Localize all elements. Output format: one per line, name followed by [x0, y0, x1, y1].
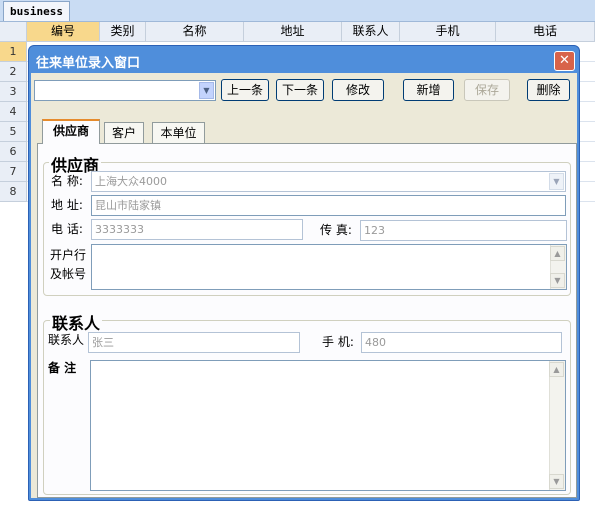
- sheet-tab-bar: [0, 0, 595, 22]
- scroll-down-icon[interactable]: ▼: [550, 273, 565, 288]
- row-header[interactable]: 2: [0, 62, 27, 82]
- row-header[interactable]: 8: [0, 182, 27, 202]
- bank-account-textarea[interactable]: [91, 244, 567, 290]
- address-field[interactable]: 昆山市陆家镇: [91, 195, 566, 216]
- mobile-field[interactable]: 480: [361, 332, 562, 353]
- scroll-down-icon[interactable]: ▼: [549, 474, 564, 489]
- column-header[interactable]: 地址: [244, 22, 342, 42]
- row-header[interactable]: 6: [0, 142, 27, 162]
- column-header[interactable]: 电话: [496, 22, 595, 42]
- save-button[interactable]: 保存: [464, 79, 510, 101]
- name-label: 名 称:: [51, 174, 83, 188]
- column-header[interactable]: 编号: [27, 22, 100, 42]
- notes-label: 备 注: [48, 361, 77, 375]
- notes-textarea[interactable]: [90, 360, 566, 491]
- tab-supplier[interactable]: 供应商: [42, 119, 100, 144]
- chevron-down-icon[interactable]: ▼: [199, 82, 214, 99]
- prev-record-button[interactable]: 上一条: [221, 79, 269, 101]
- fax-field[interactable]: 123: [360, 220, 567, 241]
- row-header[interactable]: 5: [0, 122, 27, 142]
- contact-field[interactable]: 张三: [88, 332, 300, 353]
- column-header[interactable]: 联系人: [342, 22, 400, 42]
- edit-button[interactable]: 修改: [332, 79, 384, 101]
- tab-customer[interactable]: 客户: [104, 122, 144, 143]
- select-all-corner[interactable]: [0, 22, 27, 42]
- record-selector[interactable]: [34, 80, 216, 101]
- notes-scrollbar[interactable]: [549, 361, 565, 490]
- row-header[interactable]: 3: [0, 82, 27, 102]
- dialog-title: 往来单位录入窗口: [36, 56, 141, 71]
- phone-label: 电 话:: [51, 222, 83, 236]
- scroll-up-icon[interactable]: ▲: [550, 246, 565, 261]
- phone-field[interactable]: 3333333: [91, 219, 303, 240]
- delete-button[interactable]: 删除: [527, 79, 570, 101]
- column-header[interactable]: 类别: [100, 22, 146, 42]
- next-record-button[interactable]: 下一条: [276, 79, 324, 101]
- bank-label-line1: 开户行: [50, 248, 87, 262]
- add-button[interactable]: 新增: [403, 79, 454, 101]
- row-header[interactable]: 1: [0, 42, 27, 62]
- row-header[interactable]: 4: [0, 102, 27, 122]
- bank-label-line2: 及帐号: [50, 267, 87, 281]
- chevron-down-icon[interactable]: ▼: [549, 173, 564, 190]
- column-header[interactable]: 名称: [146, 22, 244, 42]
- column-header[interactable]: 手机: [400, 22, 496, 42]
- contact-label: 联系人: [48, 333, 85, 347]
- fax-label: 传 真:: [320, 223, 352, 237]
- mobile-label: 手 机:: [322, 335, 354, 349]
- close-button[interactable]: ✕: [554, 51, 575, 71]
- sheet-tab-business[interactable]: business: [3, 1, 70, 21]
- tab-own-unit[interactable]: 本单位: [152, 122, 205, 143]
- address-label: 地 址:: [51, 198, 83, 212]
- scroll-up-icon[interactable]: ▲: [549, 362, 564, 377]
- name-field[interactable]: 上海大众4000: [91, 171, 566, 192]
- row-header[interactable]: 7: [0, 162, 27, 182]
